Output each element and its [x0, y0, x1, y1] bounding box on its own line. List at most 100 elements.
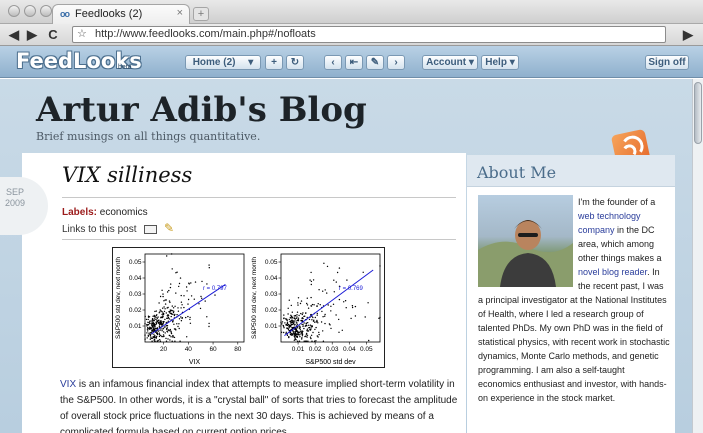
data-point: [151, 329, 154, 332]
page-scrollbar[interactable]: [692, 79, 703, 433]
data-point: [201, 297, 203, 299]
data-point: [292, 321, 294, 324]
post-meta-divider: [62, 239, 456, 240]
reload-icon[interactable]: C: [45, 27, 61, 43]
data-point: [296, 323, 298, 325]
data-point: [170, 283, 172, 285]
data-point: [311, 340, 313, 342]
data-point: [299, 336, 301, 338]
data-point: [301, 317, 303, 319]
refresh-button[interactable]: ↻: [286, 55, 304, 70]
data-point: [167, 316, 170, 319]
data-point: [315, 340, 317, 342]
data-point: [176, 323, 178, 325]
data-point: [172, 336, 175, 338]
scatter-charts-svg: r = 0.797 20 40 60 80 0.01 0.02 0.03 0.04 0.05 VIX…: [115, 253, 381, 366]
about-me-bio: I'm the founder of a web technology comp…: [478, 195, 670, 405]
help-menu-button[interactable]: Help ▾: [481, 55, 519, 70]
data-point: [332, 303, 335, 305]
data-point: [302, 325, 304, 328]
data-point: [159, 329, 161, 331]
new-tab-button[interactable]: +: [193, 7, 209, 21]
go-arrow-icon[interactable]: ▶: [680, 27, 696, 43]
data-point: [285, 331, 287, 333]
data-point: [190, 295, 193, 297]
data-point: [173, 323, 175, 325]
links-to-post[interactable]: Links to this post: [62, 224, 136, 235]
data-point: [162, 322, 164, 324]
data-point: [157, 316, 159, 318]
home-button[interactable]: Home (2) ▾: [185, 55, 261, 70]
data-point: [294, 338, 296, 341]
data-point: [153, 319, 155, 322]
data-point: [145, 318, 148, 321]
data-point: [166, 324, 168, 327]
edit-post-pencil-icon[interactable]: ✎: [164, 221, 174, 235]
data-point: [201, 280, 203, 283]
x-tick-label: 0.02: [309, 346, 322, 353]
data-point: [159, 322, 162, 325]
data-point: [187, 303, 189, 305]
data-point: [322, 340, 325, 342]
address-bar[interactable]: ☆ http://www.feedlooks.com/main.php#/nof…: [72, 26, 666, 43]
data-point: [154, 315, 156, 318]
blog-page: Artur Adib's Blog Brief musings on all t…: [0, 79, 692, 433]
data-point: [154, 335, 156, 337]
data-point: [320, 321, 323, 323]
data-point: [344, 300, 347, 302]
data-point: [333, 279, 335, 281]
first-item-button[interactable]: ⇤: [345, 55, 363, 70]
data-point: [294, 335, 296, 338]
y-axis-label-2: S&P500 std dev, next month: [251, 257, 258, 339]
data-point: [289, 320, 291, 323]
previous-button[interactable]: ‹: [324, 55, 342, 70]
data-point: [333, 291, 335, 293]
data-point: [166, 291, 169, 293]
data-point: [300, 300, 303, 302]
tab-close-icon[interactable]: ×: [177, 7, 183, 19]
data-point: [289, 333, 292, 336]
data-point: [172, 334, 174, 337]
data-point: [296, 336, 299, 338]
data-point: [299, 334, 301, 336]
edit-button[interactable]: ✎: [366, 55, 384, 70]
data-point: [305, 335, 307, 337]
data-point: [178, 323, 180, 325]
next-button[interactable]: ›: [387, 55, 405, 70]
add-feed-button[interactable]: +: [265, 55, 283, 70]
data-point: [322, 290, 324, 292]
data-point: [193, 298, 195, 300]
sign-off-button[interactable]: Sign off: [645, 55, 689, 70]
post-title[interactable]: VIX silliness: [62, 163, 192, 187]
back-arrow-icon[interactable]: ◀: [6, 27, 22, 43]
vix-link[interactable]: VIX: [60, 379, 76, 390]
data-point: [154, 310, 156, 313]
data-point: [158, 322, 160, 324]
bookmark-star-icon[interactable]: ☆: [77, 27, 87, 42]
novel-blog-reader-link[interactable]: novel blog reader: [578, 267, 647, 277]
data-point: [298, 332, 300, 334]
close-window-button[interactable]: [8, 5, 20, 17]
data-point: [293, 317, 296, 320]
data-point: [299, 327, 301, 329]
email-post-icon[interactable]: [144, 225, 157, 234]
blog-title[interactable]: Artur Adib's Blog: [36, 90, 367, 130]
data-point: [149, 322, 151, 325]
data-point: [314, 321, 316, 323]
label-link-economics[interactable]: economics: [100, 207, 148, 218]
data-point: [310, 283, 312, 286]
data-point: [150, 337, 152, 340]
data-point: [181, 304, 183, 306]
scrollbar-thumb[interactable]: [694, 82, 702, 144]
data-point: [151, 324, 153, 327]
browser-tab[interactable]: oo Feedlooks (2) ×: [52, 4, 190, 24]
zoom-window-button[interactable]: [40, 5, 52, 17]
forward-arrow-icon[interactable]: ▶: [24, 27, 40, 43]
data-point: [296, 316, 298, 318]
account-menu-button[interactable]: Account ▾: [422, 55, 478, 70]
about-me-title: About Me: [477, 163, 557, 182]
post-body-text: is an infamous financial index that atte…: [60, 379, 458, 433]
minimize-window-button[interactable]: [24, 5, 36, 17]
data-point: [156, 331, 158, 333]
data-point: [286, 322, 289, 325]
